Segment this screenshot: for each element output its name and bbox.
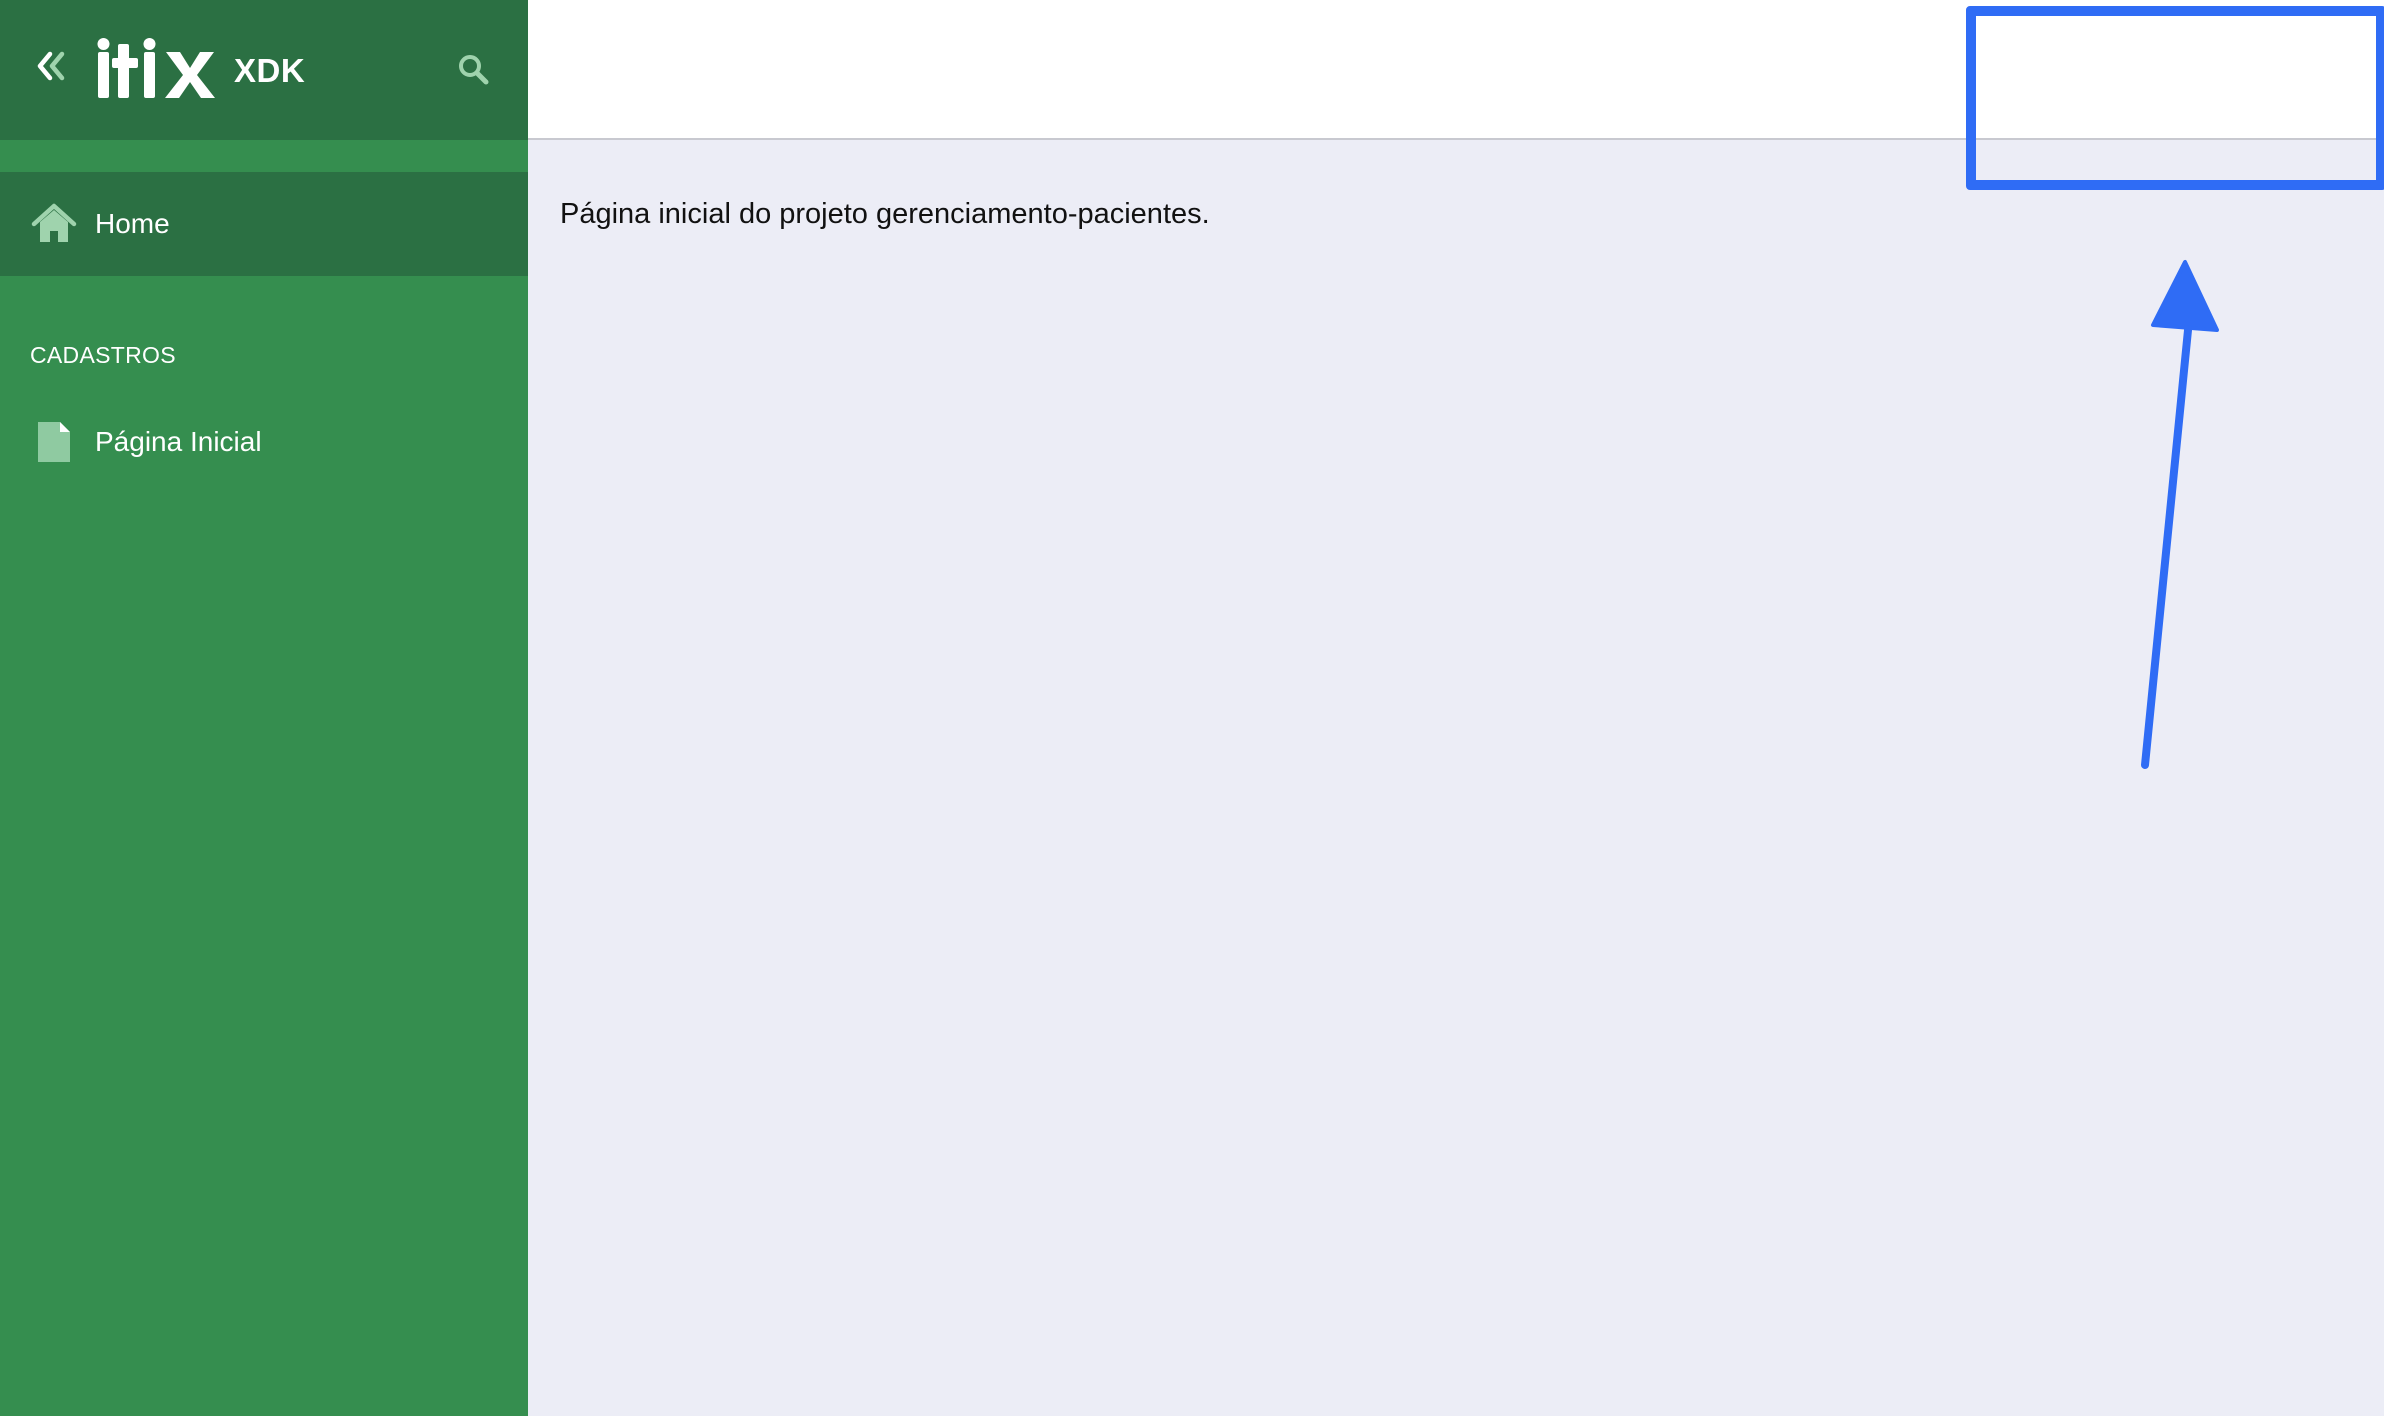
sidebar-item-label: Página Inicial	[95, 426, 262, 457]
double-chevron-left-icon	[37, 51, 65, 81]
sidebar-header: XDK	[0, 0, 528, 140]
annotation-arrow-icon	[2141, 260, 2219, 769]
itix-logo-mark	[97, 38, 215, 98]
top-bar	[528, 0, 2384, 140]
search-icon	[459, 55, 489, 85]
sidebar: XDK Home CADASTROS Página Inicial	[0, 0, 528, 1416]
sidebar-divider	[0, 140, 528, 172]
sidebar-item-pagina-inicial[interactable]: Página Inicial	[0, 402, 528, 482]
app-window: XDK Home CADASTROS Página Inicial Página…	[0, 0, 2384, 1416]
sidebar-item-home[interactable]: Home	[0, 172, 528, 276]
welcome-text: Página inicial do projeto gerenciamento-…	[560, 198, 1210, 230]
home-icon	[31, 203, 77, 242]
brand-logo: XDK	[96, 36, 305, 106]
sidebar-item-label: Home	[95, 208, 170, 239]
section-title-cadastros: CADASTROS	[30, 342, 176, 368]
collapse-sidebar-button[interactable]	[30, 44, 74, 88]
search-button[interactable]	[456, 52, 490, 86]
logo-suffix: XDK	[234, 52, 306, 89]
file-icon	[38, 422, 70, 462]
